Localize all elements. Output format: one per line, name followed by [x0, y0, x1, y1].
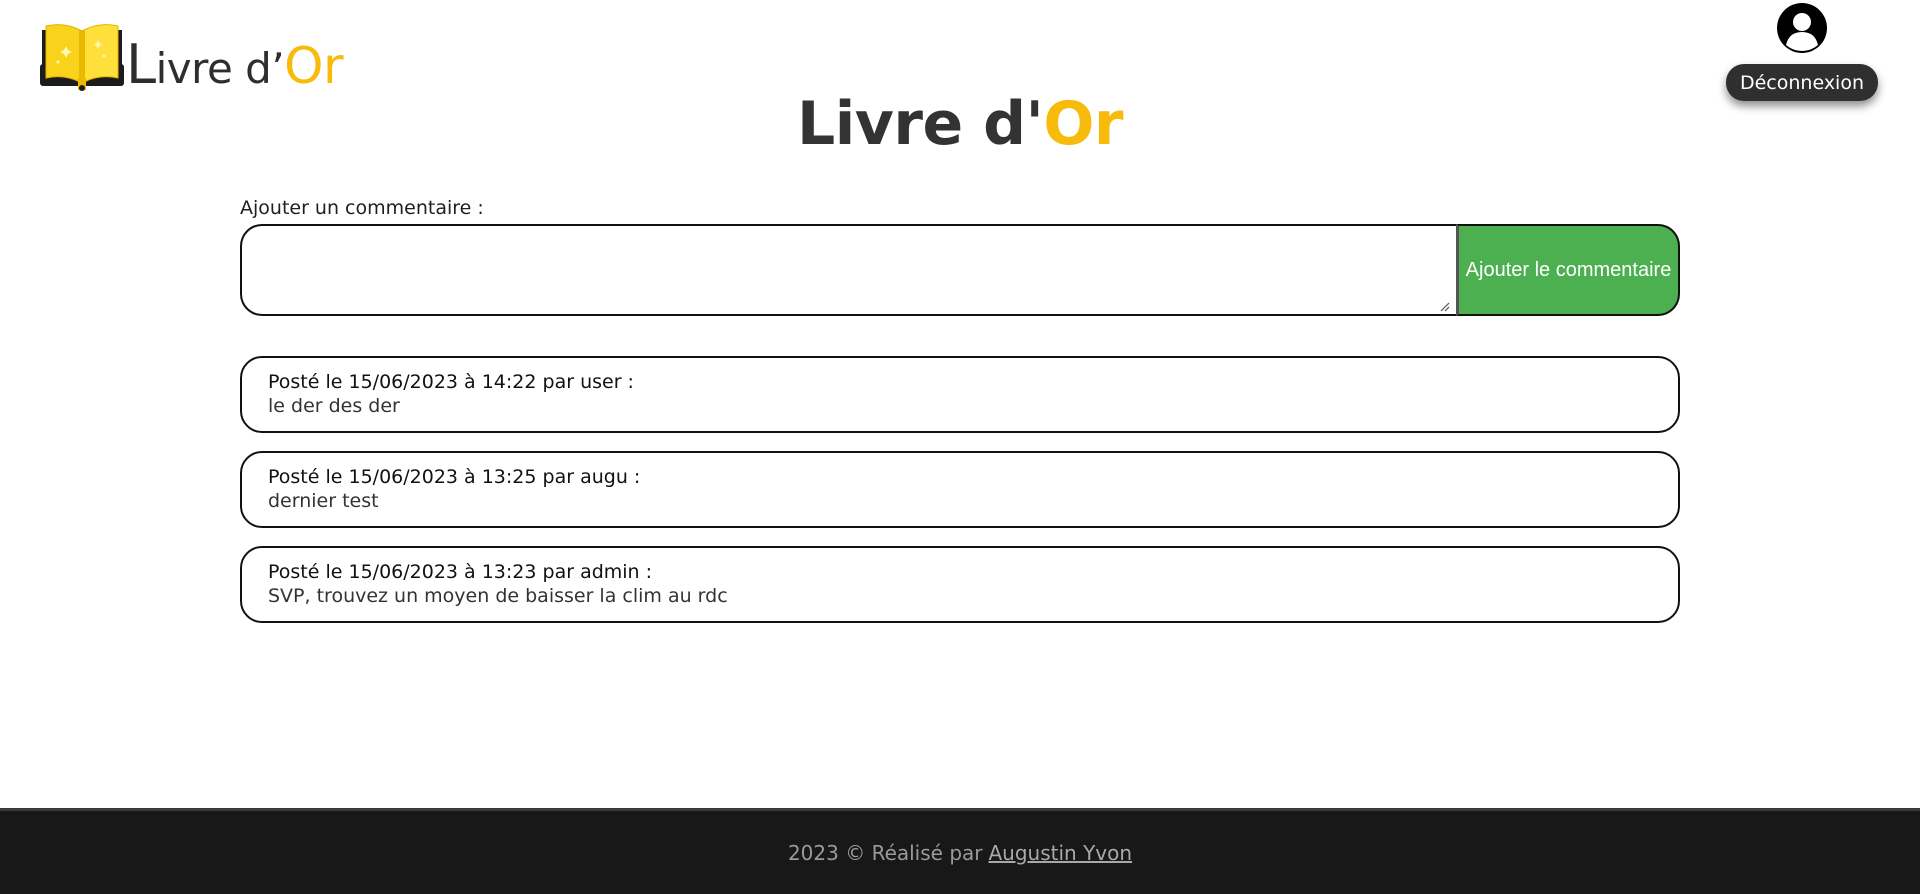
add-comment-button[interactable]: Ajouter le commentaire — [1456, 224, 1680, 316]
comment-meta: Posté le 15/06/2023 à 13:25 par augu : — [268, 466, 641, 488]
comment-body: le der des der — [268, 395, 400, 417]
comment-meta: Posté le 15/06/2023 à 14:22 par user : — [268, 371, 634, 393]
page: Livre d’ Or Déconnexion Livre d'Or Ajoute… — [0, 0, 1920, 894]
comment-label: Ajouter un commentaire : — [240, 197, 484, 219]
comment-body: dernier test — [268, 490, 379, 512]
footer-author-link[interactable]: Augustin Yvon — [989, 841, 1133, 865]
user-menu: Déconnexion — [1722, 2, 1882, 101]
comment-form: Ajouter un commentaire : Ajouter le comm… — [240, 196, 1680, 316]
site-logo[interactable]: Livre d’ Or — [40, 22, 344, 97]
comment-meta: Posté le 15/06/2023 à 13:23 par admin : — [268, 561, 653, 583]
comment-list: Posté le 15/06/2023 à 14:22 par user : l… — [240, 356, 1680, 641]
comment-body: SVP, trouvez un moyen de baisser la clim… — [268, 585, 728, 607]
logo-text-gold: Or — [284, 36, 344, 95]
logo-initial: L — [126, 33, 156, 97]
site-footer: 2023 © Réalisé par Augustin Yvon — [0, 808, 1920, 894]
logo-text-main: ivre d’ — [155, 44, 285, 93]
page-title-gold: Or — [1043, 89, 1123, 159]
open-book-icon — [40, 24, 124, 91]
user-avatar-icon[interactable] — [1776, 2, 1828, 54]
page-title: Livre d'Or — [0, 88, 1920, 160]
page-title-main: Livre d' — [796, 89, 1044, 159]
comment-form-row: Ajouter le commentaire — [240, 224, 1680, 316]
comment-textarea-wrap — [240, 224, 1456, 316]
comment-item: Posté le 15/06/2023 à 13:23 par admin : … — [240, 546, 1680, 623]
comment-item: Posté le 15/06/2023 à 13:25 par augu : d… — [240, 451, 1680, 528]
footer-text: 2023 © Réalisé par — [787, 840, 983, 865]
logo-wordmark: Livre d’ Or — [126, 33, 344, 97]
comment-item: Posté le 15/06/2023 à 14:22 par user : l… — [240, 356, 1680, 433]
comment-textarea[interactable] — [240, 224, 1456, 316]
